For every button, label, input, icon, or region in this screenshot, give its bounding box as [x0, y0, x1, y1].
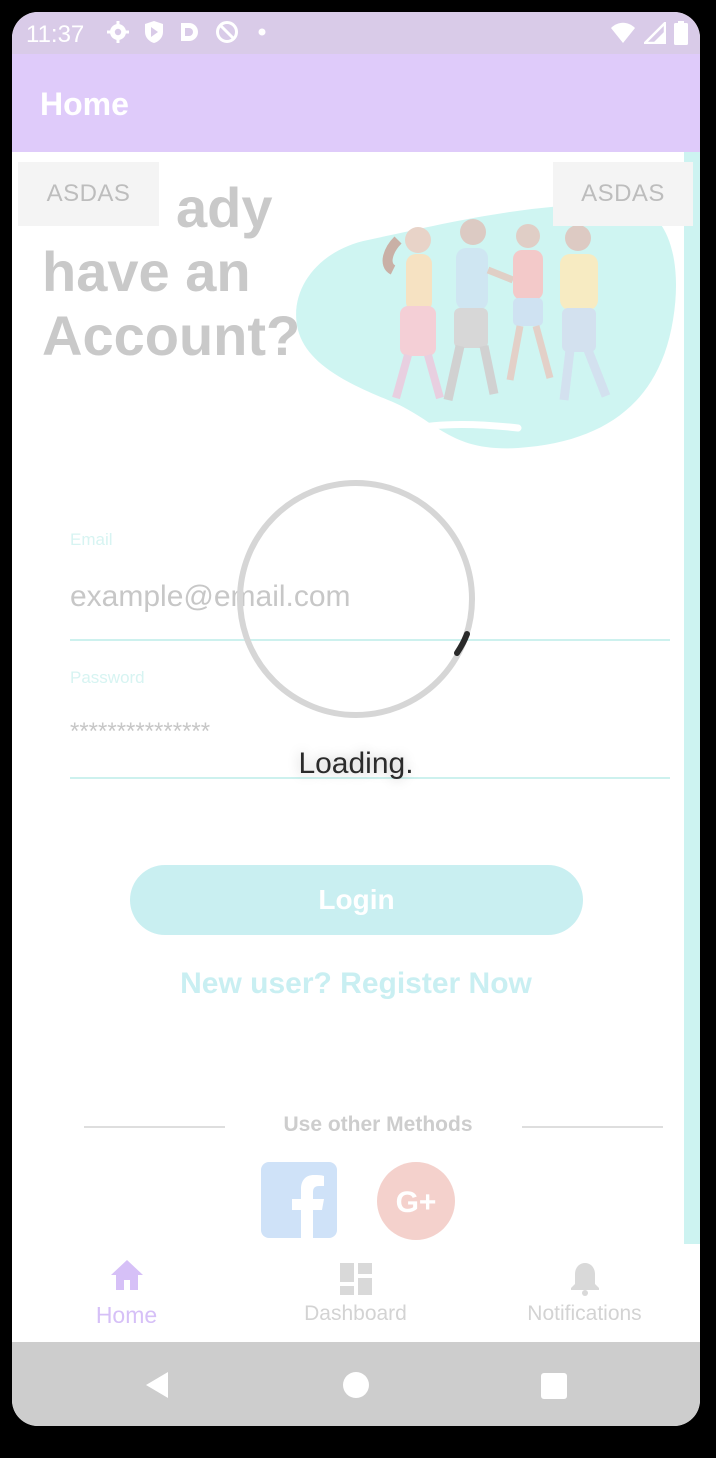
nav-item-dashboard[interactable]: Dashboard [241, 1244, 470, 1342]
bottom-navigation: Home Dashboard Notifications [12, 1244, 700, 1342]
signal-icon [644, 22, 666, 44]
home-circle-icon[interactable] [342, 1371, 370, 1399]
other-methods-label: Use other Methods [283, 1113, 473, 1136]
nav-item-home[interactable]: Home [12, 1244, 241, 1342]
app-bar-title: Home [40, 86, 129, 122]
shield-play-icon [145, 21, 163, 43]
password-field[interactable]: *************** [70, 718, 210, 746]
settings-icon [107, 21, 129, 43]
chip-left[interactable]: ASDAS [18, 162, 159, 226]
loading-text: Loading. [298, 747, 414, 780]
side-decoration-corner [684, 1202, 700, 1244]
login-button[interactable]: Login [130, 865, 583, 935]
app-bar: Home [12, 54, 700, 152]
register-link[interactable]: New user? Register Now [12, 967, 700, 1001]
wifi-icon [611, 22, 635, 43]
google-plus-login-button[interactable]: G+ [377, 1162, 455, 1240]
facebook-icon [292, 1175, 324, 1238]
status-time: 11:37 [26, 21, 85, 48]
svg-text:G+: G+ [396, 1186, 437, 1219]
loading-spinner [237, 480, 475, 718]
battery-icon [674, 21, 688, 45]
status-bar: 11:37 [12, 12, 700, 54]
nav-item-notifications[interactable]: Notifications [470, 1244, 699, 1342]
dashboard-icon [339, 1263, 372, 1295]
status-notification-icons [106, 20, 272, 44]
dot-icon [258, 28, 266, 36]
google-plus-icon: G+ [396, 1186, 437, 1219]
password-label: Password [70, 668, 145, 687]
nav-label-notifications: Notifications [527, 1302, 642, 1325]
facebook-login-button[interactable] [261, 1162, 337, 1238]
headline-line-3: Account? [42, 304, 301, 367]
phone-screen: 11:37 Home ady have an Account? ASDAS AS… [12, 12, 700, 1426]
system-navigation-bar [12, 1342, 700, 1426]
d-logo-icon [181, 23, 198, 41]
headline-line-2: have an [42, 240, 251, 303]
home-icon [110, 1260, 143, 1290]
email-label: Email [70, 530, 113, 549]
bell-icon [570, 1263, 599, 1296]
divider-right [522, 1126, 663, 1128]
back-icon[interactable] [144, 1370, 170, 1400]
nav-label-dashboard: Dashboard [304, 1302, 407, 1325]
nav-label-home: Home [95, 1302, 158, 1328]
blocked-icon [216, 21, 238, 43]
chip-right[interactable]: ASDAS [553, 162, 693, 226]
recents-icon[interactable] [540, 1372, 568, 1400]
status-system-icons [610, 21, 688, 45]
